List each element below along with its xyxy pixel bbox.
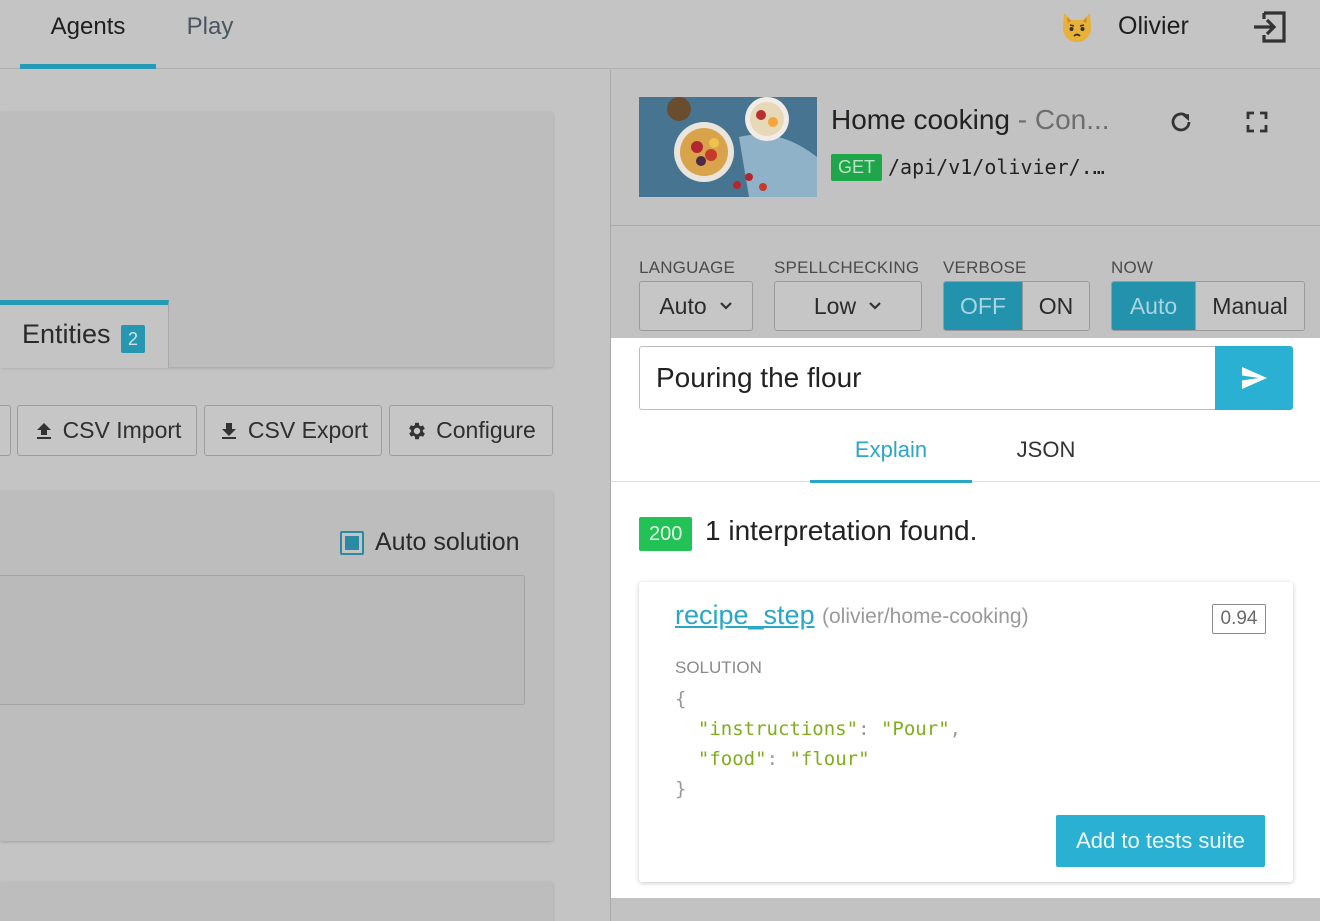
api-endpoint: /api/v1/olivier/... <box>888 155 1110 179</box>
entities-tab-label: Entities <box>22 319 111 349</box>
chevron-down-icon <box>719 302 732 310</box>
agent-subtitle: Con... <box>1034 104 1110 135</box>
tab-entities[interactable]: Entities 2 <box>0 300 169 368</box>
bottom-card <box>0 882 553 921</box>
refresh-icon[interactable] <box>1168 109 1194 135</box>
chevron-down-icon <box>869 302 881 310</box>
solution-value: Pour <box>892 718 939 740</box>
entities-count-badge: 2 <box>121 325 145 353</box>
verbose-on-option[interactable]: ON <box>1022 282 1089 330</box>
fullscreen-icon[interactable] <box>1245 110 1269 134</box>
agent-thumbnail <box>639 97 817 197</box>
auto-solution-checkbox[interactable] <box>340 530 364 555</box>
tab-json[interactable]: JSON <box>981 428 1111 482</box>
query-input[interactable]: Pouring the flour <box>639 346 1215 410</box>
intent-link[interactable]: recipe_step <box>675 600 815 631</box>
configure-label: Configure <box>436 417 536 443</box>
status-code-badge: 200 <box>639 517 693 551</box>
nav-tab-play[interactable]: Play <box>168 0 252 69</box>
results-area: Pouring the flour Explain JSON 200 1 int… <box>611 338 1320 898</box>
top-navbar: Agents Play Olivier <box>0 0 1320 69</box>
intent-agent-ref: (olivier/home-cooking) <box>822 605 1029 628</box>
send-icon <box>1242 367 1267 389</box>
add-to-tests-button[interactable]: Add to tests suite <box>1056 815 1265 867</box>
verbose-toggle[interactable]: OFF ON <box>943 281 1090 331</box>
auto-solution-toggle[interactable]: Auto solution <box>340 528 520 557</box>
csv-export-button[interactable]: CSV Export <box>204 405 382 456</box>
solution-label: SOLUTION <box>675 658 762 677</box>
solution-value: flour <box>800 748 859 770</box>
csv-import-label: CSV Import <box>62 417 182 443</box>
verbose-off-option[interactable]: OFF <box>944 282 1022 330</box>
http-method-badge: GET <box>831 154 883 181</box>
panel-header: Home cooking - Con... GET /api/v1/olivie… <box>611 70 1320 226</box>
solution-key: instructions <box>709 718 847 740</box>
send-button[interactable] <box>1215 346 1293 410</box>
user-name[interactable]: Olivier <box>1118 12 1189 41</box>
score-badge: 0.94 <box>1212 604 1266 634</box>
solution-json: { "instructions": "Pour", "food": "flour… <box>675 688 962 800</box>
spellchecking-label: SPELLCHECKING <box>774 258 920 277</box>
agent-name: Home cooking <box>831 104 1010 135</box>
now-label: NOW <box>1111 258 1154 277</box>
verbose-label: VERBOSE <box>943 258 1027 277</box>
language-select[interactable]: Auto <box>639 281 753 331</box>
spellchecking-value: Low <box>813 292 857 319</box>
upload-icon <box>36 422 51 439</box>
auto-solution-label: Auto solution <box>375 528 520 556</box>
gear-icon <box>409 422 426 439</box>
toolbar-button-partial[interactable] <box>0 405 11 456</box>
language-value: Auto <box>659 292 707 319</box>
agent-title: Home cooking - Con... <box>831 104 1110 135</box>
solution-key: food <box>709 748 756 770</box>
now-manual-option[interactable]: Manual <box>1195 282 1304 330</box>
now-auto-option[interactable]: Auto <box>1112 282 1195 330</box>
now-toggle[interactable]: Auto Manual <box>1111 281 1305 331</box>
solution-editor[interactable] <box>0 575 525 705</box>
configure-button[interactable]: Configure <box>389 405 553 456</box>
csv-export-label: CSV Export <box>247 417 369 443</box>
test-panel: Home cooking - Con... GET /api/v1/olivie… <box>610 70 1320 921</box>
result-summary: 1 interpretation found. <box>705 515 978 546</box>
logout-icon[interactable] <box>1250 7 1290 47</box>
spellchecking-select[interactable]: Low <box>774 281 922 331</box>
language-label: LANGUAGE <box>639 258 736 277</box>
interpretation-card: recipe_step (olivier/home-cooking) 0.94 … <box>639 582 1293 882</box>
nav-tab-agents[interactable]: Agents <box>20 0 156 69</box>
tab-explain[interactable]: Explain <box>810 428 972 483</box>
cat-avatar-icon[interactable] <box>1059 9 1095 45</box>
download-icon <box>221 422 236 439</box>
csv-import-button[interactable]: CSV Import <box>17 405 197 456</box>
result-tabs: Explain JSON <box>611 428 1320 483</box>
